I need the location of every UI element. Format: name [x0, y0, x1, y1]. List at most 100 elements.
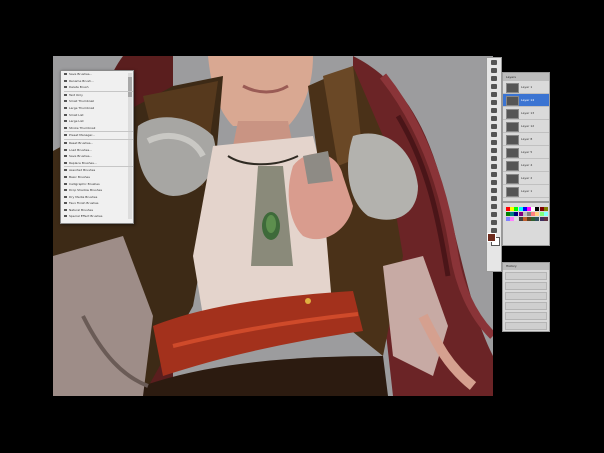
menu-bullet-icon — [64, 106, 67, 109]
menu-bullet-icon — [64, 175, 67, 178]
color-swatch[interactable] — [543, 217, 548, 221]
menu-bullet-icon — [64, 120, 67, 123]
layer-row[interactable]: Layer 1 — [503, 185, 549, 198]
brush-menu-item-label: Natural Brushes — [69, 207, 94, 212]
menu-bullet-icon — [64, 79, 67, 82]
layer-row[interactable]: Layer 13 — [503, 107, 549, 120]
menu-bullet-icon — [64, 86, 67, 89]
brush-menu-item[interactable]: Rename Brush... — [64, 78, 133, 85]
layer-row[interactable]: Layer 1 — [503, 81, 549, 94]
brush-menu-item-label: Large Thumbnail — [69, 105, 95, 110]
eyedropper-icon[interactable] — [489, 211, 499, 218]
color-swatch[interactable] — [543, 212, 548, 216]
menu-bullet-icon — [64, 126, 67, 129]
menu-bullet-icon — [64, 202, 67, 205]
layer-name: Layer 14 — [521, 98, 535, 102]
brush-menu-item[interactable]: Text Only — [64, 92, 133, 99]
brush-menu-item[interactable]: Preset Manager... — [64, 132, 133, 140]
notes-icon[interactable] — [489, 203, 499, 210]
brush-menu-item[interactable]: Faux Finish Brushes — [64, 200, 133, 207]
brush-menu-item[interactable]: Natural Brushes — [64, 207, 133, 214]
blur-icon[interactable] — [489, 155, 499, 162]
layer-name: Layer 4 — [521, 163, 533, 167]
brush-preset-menu[interactable]: Save Brushes... Rename Brush... Delete Bru… — [60, 70, 134, 224]
color-swatch[interactable] — [543, 207, 548, 211]
brush-menu-item-label: Save Brushes... — [69, 72, 93, 76]
menu-bullet-icon — [64, 215, 67, 218]
layer-thumbnail — [506, 148, 519, 158]
dodge-icon[interactable] — [489, 163, 499, 170]
color-chips[interactable] — [487, 233, 500, 246]
crop-icon[interactable] — [489, 91, 499, 98]
menu-bullet-icon — [64, 100, 67, 103]
brush-menu-item[interactable]: Load Brushes... — [64, 147, 133, 154]
history-row[interactable] — [505, 302, 547, 310]
menu-bullet-icon — [64, 148, 67, 151]
brush-menu-item[interactable]: Delete Brush — [64, 84, 133, 92]
swatches-panel — [502, 202, 550, 246]
menu-bullet-icon — [64, 113, 67, 116]
history-brush-icon[interactable] — [489, 131, 499, 138]
brush-icon[interactable] — [489, 115, 499, 122]
layer-name: Layer 13 — [521, 111, 535, 115]
lasso-icon[interactable] — [489, 75, 499, 82]
brush-menu-item[interactable]: Small Thumbnail — [64, 98, 133, 105]
brush-menu-item[interactable]: Stroke Thumbnail — [64, 125, 133, 133]
foreground-color-chip[interactable] — [487, 233, 496, 242]
menu-bullet-icon — [64, 208, 67, 211]
history-row[interactable] — [505, 272, 547, 280]
brush-menu-item-label: Text Only — [69, 92, 83, 97]
layer-row[interactable]: Layer 12 — [503, 120, 549, 133]
brush-menu-item-label: Stroke Thumbnail — [69, 125, 96, 130]
shape-icon[interactable] — [489, 195, 499, 202]
brush-menu-item-label: Delete Brush — [69, 85, 89, 90]
brush-menu-item[interactable]: Large List — [64, 118, 133, 125]
gradient-icon[interactable] — [489, 147, 499, 154]
brush-menu-item[interactable]: Drop Shadow Brushes — [64, 187, 133, 194]
brush-menu-item[interactable]: Replace Brushes... — [64, 160, 133, 168]
marquee-icon[interactable] — [489, 67, 499, 74]
menu-bullet-icon — [64, 134, 67, 137]
magic-wand-icon[interactable] — [489, 83, 499, 90]
move-icon[interactable] — [489, 59, 499, 66]
history-row[interactable] — [505, 312, 547, 320]
brush-menu-item[interactable]: Special Effect Brushes — [64, 213, 133, 220]
eraser-icon[interactable] — [489, 139, 499, 146]
slice-icon[interactable] — [489, 99, 499, 106]
brush-menu-item[interactable]: Reset Brushes... — [64, 140, 133, 147]
brush-menu-item[interactable]: Save Brushes... — [64, 71, 133, 78]
layer-row[interactable]: Layer 2 — [503, 172, 549, 185]
history-row[interactable] — [505, 292, 547, 300]
brush-menu-item-label: Save Brushes... — [69, 154, 93, 159]
brush-menu-item[interactable]: Calligraphic Brushes — [64, 181, 133, 188]
brush-menu-item[interactable]: Large Thumbnail — [64, 105, 133, 112]
brush-menu-item-label: Basic Brushes — [69, 174, 90, 179]
pen-icon[interactable] — [489, 187, 499, 194]
brush-menu-item-label: Calligraphic Brushes — [69, 181, 100, 186]
brush-menu-item-label: Preset Manager... — [69, 133, 96, 138]
layer-thumbnail — [506, 83, 519, 93]
path-icon[interactable] — [489, 171, 499, 178]
layer-row[interactable]: Layer 5 — [503, 146, 549, 159]
stamp-icon[interactable] — [489, 123, 499, 130]
brush-menu-item-label: Large List — [69, 119, 84, 124]
menu-bullet-icon — [64, 141, 67, 144]
layer-row[interactable]: Layer 4 — [503, 159, 549, 172]
layer-thumbnail — [506, 174, 519, 184]
layers-panel: Layers Layer 1 Layer 14 Layer 13 Layer 12 La… — [502, 72, 550, 202]
hand-icon[interactable] — [489, 219, 499, 226]
history-panel-title: History — [503, 263, 549, 270]
layer-name: Layer 8 — [521, 137, 533, 141]
history-row[interactable] — [505, 322, 547, 330]
brush-menu-item[interactable]: Basic Brushes — [64, 174, 133, 181]
brush-menu-item[interactable]: Assorted Brushes — [64, 167, 133, 174]
history-row[interactable] — [505, 282, 547, 290]
healing-icon[interactable] — [489, 107, 499, 114]
layer-thumbnail — [506, 135, 519, 145]
brush-menu-item[interactable]: Save Brushes... — [64, 153, 133, 160]
type-icon[interactable] — [489, 179, 499, 186]
brush-menu-item[interactable]: Dry Media Brushes — [64, 194, 133, 201]
layer-row[interactable]: Layer 14 — [503, 94, 549, 107]
layer-row[interactable]: Layer 8 — [503, 133, 549, 146]
brush-menu-item[interactable]: Small List — [64, 112, 133, 119]
